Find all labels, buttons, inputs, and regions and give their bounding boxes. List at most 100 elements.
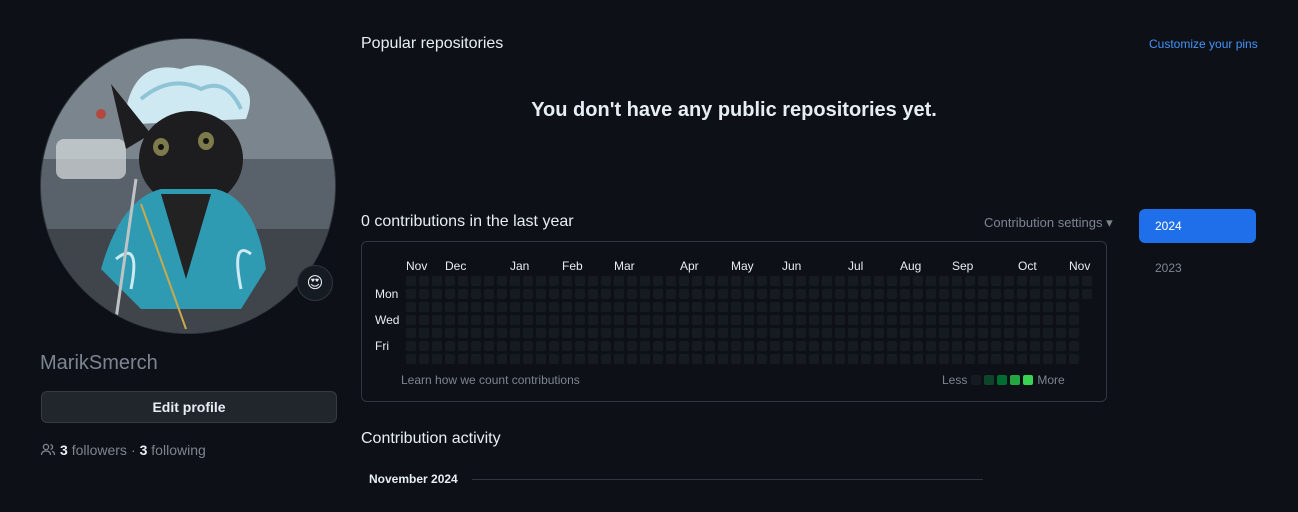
contribution-cell[interactable] xyxy=(951,340,963,352)
contribution-cell[interactable] xyxy=(587,288,599,300)
contribution-cell[interactable] xyxy=(795,353,807,365)
contribution-cell[interactable] xyxy=(613,353,625,365)
contribution-cell[interactable] xyxy=(990,353,1002,365)
contribution-cell[interactable] xyxy=(405,301,417,313)
contribution-cell[interactable] xyxy=(522,275,534,287)
contribution-cell[interactable] xyxy=(691,340,703,352)
contribution-cell[interactable] xyxy=(769,275,781,287)
contribution-cell[interactable] xyxy=(561,314,573,326)
contribution-cell[interactable] xyxy=(704,327,716,339)
contribution-cell[interactable] xyxy=(834,314,846,326)
contribution-cell[interactable] xyxy=(535,340,547,352)
contribution-cell[interactable] xyxy=(613,301,625,313)
contribution-cell[interactable] xyxy=(1029,314,1041,326)
contribution-cell[interactable] xyxy=(574,288,586,300)
contribution-cell[interactable] xyxy=(574,301,586,313)
contribution-cell[interactable] xyxy=(912,353,924,365)
contribution-cell[interactable] xyxy=(405,314,417,326)
contribution-cell[interactable] xyxy=(535,288,547,300)
contribution-cell[interactable] xyxy=(509,327,521,339)
contribution-cell[interactable] xyxy=(860,275,872,287)
contribution-cell[interactable] xyxy=(561,327,573,339)
following-link[interactable]: 3 following xyxy=(140,442,206,458)
contribution-cell[interactable] xyxy=(886,301,898,313)
contribution-cell[interactable] xyxy=(964,353,976,365)
contribution-cell[interactable] xyxy=(613,275,625,287)
contribution-cell[interactable] xyxy=(912,301,924,313)
contribution-cell[interactable] xyxy=(691,288,703,300)
contribution-cell[interactable] xyxy=(639,353,651,365)
contribution-cell[interactable] xyxy=(795,340,807,352)
contribution-cell[interactable] xyxy=(990,288,1002,300)
contribution-cell[interactable] xyxy=(730,353,742,365)
contribution-cell[interactable] xyxy=(1055,301,1067,313)
contribution-cell[interactable] xyxy=(548,327,560,339)
contribution-cell[interactable] xyxy=(1016,275,1028,287)
contribution-cell[interactable] xyxy=(1055,353,1067,365)
contribution-cell[interactable] xyxy=(535,301,547,313)
contribution-cell[interactable] xyxy=(431,340,443,352)
contribution-cell[interactable] xyxy=(509,353,521,365)
contribution-cell[interactable] xyxy=(795,288,807,300)
contribution-cell[interactable] xyxy=(548,340,560,352)
contribution-cell[interactable] xyxy=(782,353,794,365)
contribution-cell[interactable] xyxy=(665,301,677,313)
contribution-cell[interactable] xyxy=(938,288,950,300)
contribution-cell[interactable] xyxy=(873,301,885,313)
contribution-cell[interactable] xyxy=(847,340,859,352)
contribution-cell[interactable] xyxy=(704,275,716,287)
contribution-cell[interactable] xyxy=(418,301,430,313)
contribution-cell[interactable] xyxy=(743,327,755,339)
contribution-cell[interactable] xyxy=(782,314,794,326)
contribution-cell[interactable] xyxy=(717,314,729,326)
contribution-cell[interactable] xyxy=(821,353,833,365)
contribution-cell[interactable] xyxy=(860,353,872,365)
contribution-cell[interactable] xyxy=(756,275,768,287)
contribution-cell[interactable] xyxy=(1003,327,1015,339)
contribution-cell[interactable] xyxy=(1029,275,1041,287)
contribution-cell[interactable] xyxy=(587,327,599,339)
contribution-cell[interactable] xyxy=(756,327,768,339)
contribution-cell[interactable] xyxy=(925,275,937,287)
contribution-cell[interactable] xyxy=(912,327,924,339)
contribution-cell[interactable] xyxy=(704,353,716,365)
contribution-cell[interactable] xyxy=(873,314,885,326)
contribution-cell[interactable] xyxy=(938,275,950,287)
contribution-cell[interactable] xyxy=(847,288,859,300)
contribution-cell[interactable] xyxy=(990,301,1002,313)
contribution-cell[interactable] xyxy=(808,288,820,300)
contribution-cell[interactable] xyxy=(496,314,508,326)
contribution-cell[interactable] xyxy=(522,288,534,300)
contribution-cell[interactable] xyxy=(834,340,846,352)
contribution-cell[interactable] xyxy=(483,353,495,365)
contribution-cell[interactable] xyxy=(431,275,443,287)
contribution-cell[interactable] xyxy=(457,327,469,339)
year-2023-button[interactable]: 2023 xyxy=(1139,251,1256,285)
contribution-cell[interactable] xyxy=(574,314,586,326)
contribution-cell[interactable] xyxy=(951,301,963,313)
contribution-cell[interactable] xyxy=(470,340,482,352)
contribution-cell[interactable] xyxy=(652,340,664,352)
contribution-cell[interactable] xyxy=(639,327,651,339)
contribution-cell[interactable] xyxy=(1081,275,1093,287)
contribution-cell[interactable] xyxy=(509,275,521,287)
contribution-cell[interactable] xyxy=(457,288,469,300)
contribution-cell[interactable] xyxy=(990,275,1002,287)
contribution-cell[interactable] xyxy=(821,314,833,326)
contribution-cell[interactable] xyxy=(977,314,989,326)
contribution-cell[interactable] xyxy=(561,301,573,313)
contribution-cell[interactable] xyxy=(1042,288,1054,300)
contribution-cell[interactable] xyxy=(652,327,664,339)
contribution-cell[interactable] xyxy=(1068,340,1080,352)
contribution-cell[interactable] xyxy=(977,288,989,300)
contribution-cell[interactable] xyxy=(561,340,573,352)
contribution-cell[interactable] xyxy=(912,314,924,326)
contribution-cell[interactable] xyxy=(951,288,963,300)
contribution-cell[interactable] xyxy=(951,275,963,287)
contribution-cell[interactable] xyxy=(509,340,521,352)
contribution-cell[interactable] xyxy=(639,301,651,313)
contribution-cell[interactable] xyxy=(717,301,729,313)
contribution-cell[interactable] xyxy=(1055,340,1067,352)
contribution-cell[interactable] xyxy=(1042,327,1054,339)
contribution-cell[interactable] xyxy=(444,327,456,339)
